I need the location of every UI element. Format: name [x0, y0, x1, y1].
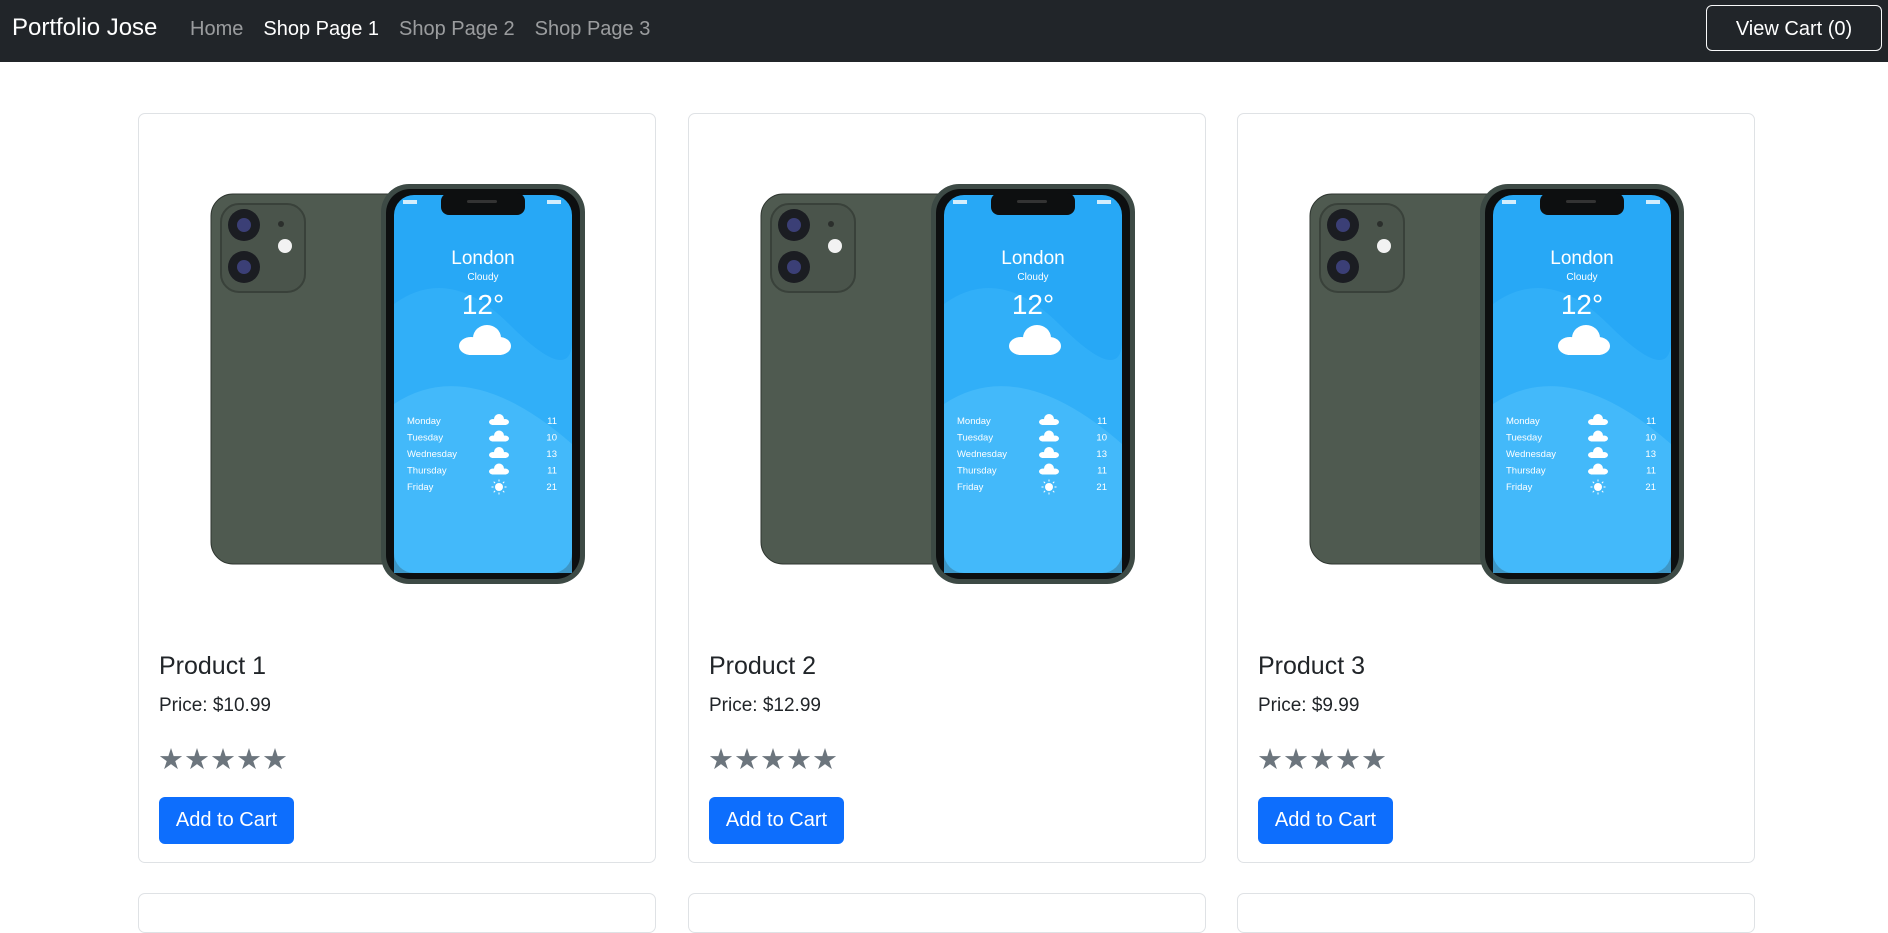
forecast-day: Thursday	[957, 466, 997, 477]
svg-text:12°: 12°	[462, 289, 504, 320]
forecast-day: Friday	[407, 482, 434, 493]
svg-text:12°: 12°	[1561, 289, 1603, 320]
product-title: Product 2	[709, 652, 817, 680]
svg-text:12°: 12°	[1012, 289, 1054, 320]
nav-links: Home Shop Page 1 Shop Page 2 Shop Page 3	[190, 16, 670, 42]
product-card	[1237, 893, 1755, 933]
forecast-day: Monday	[407, 416, 441, 427]
forecast-day: Tuesday	[957, 433, 993, 444]
svg-text:London: London	[1550, 248, 1613, 269]
forecast-day: Wednesday	[957, 449, 1007, 460]
forecast-temp: 11	[1097, 466, 1107, 477]
add-to-cart-button[interactable]: Add to Cart	[159, 797, 294, 844]
rating-stars: ★★★★★	[1257, 742, 1387, 776]
forecast-temp: 21	[1096, 482, 1107, 493]
product-title: Product 3	[1258, 652, 1366, 680]
nav-link-shop-page-2[interactable]: Shop Page 2	[399, 16, 515, 42]
rating-stars: ★★★★★	[708, 742, 838, 776]
forecast-temp: 13	[1096, 449, 1107, 460]
add-to-cart-button[interactable]: Add to Cart	[1258, 797, 1393, 844]
forecast-temp: 11	[1646, 416, 1656, 427]
forecast-temp: 11	[1097, 416, 1107, 427]
forecast-day: Tuesday	[1506, 433, 1542, 444]
product-price: Price: $10.99	[159, 695, 271, 716]
forecast-day: Monday	[1506, 416, 1540, 427]
forecast-temp: 10	[1645, 433, 1656, 444]
phone-image: London Cloudy 12° Monday 11 Tuesday 10 Wedne…	[1309, 184, 1684, 584]
navbar: Portfolio Jose Home Shop Page 1 Shop Pag…	[0, 0, 1888, 62]
svg-text:Cloudy: Cloudy	[467, 272, 498, 283]
forecast-temp: 11	[1646, 466, 1656, 477]
nav-link-shop-page-3[interactable]: Shop Page 3	[535, 16, 651, 42]
forecast-day: Friday	[957, 482, 984, 493]
forecast-temp: 13	[546, 449, 557, 460]
forecast-temp: 11	[547, 466, 557, 477]
product-card: London Cloudy 12° Monday 11 Tuesday 10 Wedne…	[1237, 113, 1755, 863]
forecast-day: Wednesday	[1506, 449, 1556, 460]
rating-stars: ★★★★★	[158, 742, 288, 776]
svg-text:Cloudy: Cloudy	[1566, 272, 1597, 283]
forecast-temp: 10	[1096, 433, 1107, 444]
phone-image: London Cloudy 12° Monday 11 Tuesday 10 Wedne…	[210, 184, 585, 584]
svg-text:Cloudy: Cloudy	[1017, 272, 1048, 283]
forecast-temp: 21	[546, 482, 557, 493]
add-to-cart-button[interactable]: Add to Cart	[709, 797, 844, 844]
forecast-temp: 10	[546, 433, 557, 444]
product-title: Product 1	[159, 652, 267, 680]
forecast-temp: 11	[547, 416, 557, 427]
product-price: Price: $12.99	[709, 695, 821, 716]
forecast-temp: 21	[1645, 482, 1656, 493]
product-price: Price: $9.99	[1258, 695, 1360, 716]
forecast-temp: 13	[1645, 449, 1656, 460]
product-card: London Cloudy 12° Monday 11 Tuesday 10 Wedne…	[688, 113, 1206, 863]
nav-link-home[interactable]: Home	[190, 16, 243, 42]
product-image: London Cloudy 12° Monday 11 Tuesday 10 Wedne…	[209, 184, 585, 584]
product-image: London Cloudy 12° Monday 11 Tuesday 10 Wedne…	[1308, 184, 1684, 584]
product-card	[688, 893, 1206, 933]
forecast-day: Monday	[957, 416, 991, 427]
nav-link-shop-page-1[interactable]: Shop Page 1	[263, 16, 379, 42]
product-image: London Cloudy 12° Monday 11 Tuesday 10 Wedne…	[759, 184, 1135, 584]
svg-text:London: London	[451, 248, 514, 269]
product-card: London Cloudy 12° Monday 11 Tuesday 10 Wedne…	[138, 113, 656, 863]
forecast-day: Tuesday	[407, 433, 443, 444]
view-cart-button[interactable]: View Cart (0)	[1706, 5, 1882, 51]
phone-image: London Cloudy 12° Monday 11 Tuesday 10 Wedne…	[760, 184, 1135, 584]
forecast-day: Thursday	[407, 466, 447, 477]
product-card	[138, 893, 656, 933]
forecast-day: Wednesday	[407, 449, 457, 460]
brand-logo[interactable]: Portfolio Jose	[12, 13, 157, 43]
forecast-day: Friday	[1506, 482, 1533, 493]
forecast-day: Thursday	[1506, 466, 1546, 477]
svg-text:London: London	[1001, 248, 1064, 269]
